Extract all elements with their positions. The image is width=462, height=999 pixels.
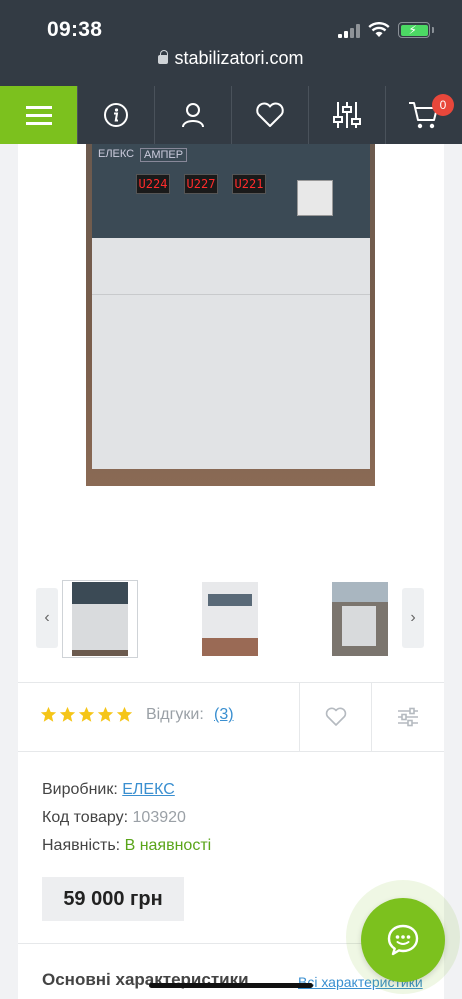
filters-button[interactable] (308, 86, 385, 144)
star-icon (59, 706, 76, 722)
product-main-photo[interactable]: ЕЛЕКС АМПЕР U224 U227 U221 (86, 144, 375, 486)
product-code-value: 103920 (132, 809, 186, 826)
manufacturer-label: Виробник: (42, 781, 118, 798)
panel-brand-label: ЕЛЕКС (98, 148, 135, 160)
info-button[interactable] (77, 86, 154, 144)
lock-icon (158, 50, 169, 64)
chevron-right-icon: › (410, 609, 416, 626)
cellular-signal-icon (338, 24, 360, 38)
info-icon (104, 103, 128, 127)
panel-model-label: АМПЕР (140, 148, 188, 162)
product-card: ЕЛЕКС АМПЕР U224 U227 U221 ‹ › Відгуки: … (18, 144, 444, 999)
add-to-compare-button[interactable] (395, 704, 421, 730)
wifi-icon (368, 22, 390, 37)
heart-outline-icon (325, 707, 347, 726)
divider (371, 682, 372, 752)
availability-status: В наявності (124, 837, 212, 854)
voltage-display-3: U221 (232, 174, 266, 194)
cart-button[interactable]: 0 (385, 86, 462, 144)
status-bar: 09:38 ⚡ stabilizatori.com (0, 0, 462, 86)
divider (18, 751, 444, 752)
sliders-icon (333, 102, 361, 128)
star-rating (40, 706, 133, 723)
product-price: 59 000 грн (42, 877, 184, 921)
cart-count-badge: 0 (432, 94, 454, 116)
manufacturer-link[interactable]: ЕЛЕКС (122, 781, 175, 798)
voltage-display-1: U224 (136, 174, 170, 194)
hamburger-icon (25, 106, 52, 125)
chat-bubble-icon (387, 924, 419, 956)
rating-row: Відгуки: (3) (18, 682, 444, 752)
top-navigation: 0 (0, 86, 462, 144)
add-to-wishlist-button[interactable] (323, 704, 349, 730)
star-icon (40, 706, 57, 722)
heart-icon (256, 102, 284, 127)
account-button[interactable] (154, 86, 231, 144)
product-details: Виробник: ЕЛЕКС Код товару: 103920 Наявн… (42, 776, 211, 860)
star-icon (116, 706, 133, 722)
product-code-row: Код товару: 103920 (42, 804, 211, 832)
thumbnail-carousel: ‹ › (18, 574, 444, 666)
star-icon (78, 706, 95, 722)
stabilizer-cabinet: ЕЛЕКС АМПЕР U224 U227 U221 (92, 144, 370, 469)
chat-button[interactable] (361, 898, 445, 982)
divider (299, 682, 300, 752)
clock: 09:38 (47, 18, 103, 41)
compare-sliders-icon (398, 707, 418, 727)
home-indicator[interactable] (149, 983, 313, 988)
star-icon (97, 706, 114, 722)
address-bar[interactable]: stabilizatori.com (0, 48, 462, 69)
carousel-next-button[interactable]: › (402, 588, 424, 648)
url-text: stabilizatori.com (174, 48, 304, 68)
reviews-label: Відгуки: (146, 706, 204, 723)
thumbnail-1[interactable] (62, 580, 138, 658)
menu-button[interactable] (0, 86, 77, 144)
product-code-label: Код товару: (42, 809, 129, 826)
user-icon (182, 103, 204, 128)
circuit-breaker (297, 180, 333, 216)
battery-icon: ⚡ (398, 22, 434, 38)
reviews-count-link[interactable]: (3) (214, 706, 234, 724)
voltage-display-2: U227 (184, 174, 218, 194)
thumbnail-2[interactable] (192, 580, 268, 658)
carousel-prev-button[interactable]: ‹ (36, 588, 58, 648)
manufacturer-row: Виробник: ЕЛЕКС (42, 776, 211, 804)
availability-label: Наявність: (42, 837, 121, 854)
control-panel: ЕЛЕКС АМПЕР U224 U227 U221 (92, 144, 370, 238)
wishlist-button[interactable] (231, 86, 308, 144)
availability-row: Наявність: В наявності (42, 832, 211, 860)
thumbnail-3[interactable] (322, 580, 398, 658)
chevron-left-icon: ‹ (44, 609, 50, 626)
